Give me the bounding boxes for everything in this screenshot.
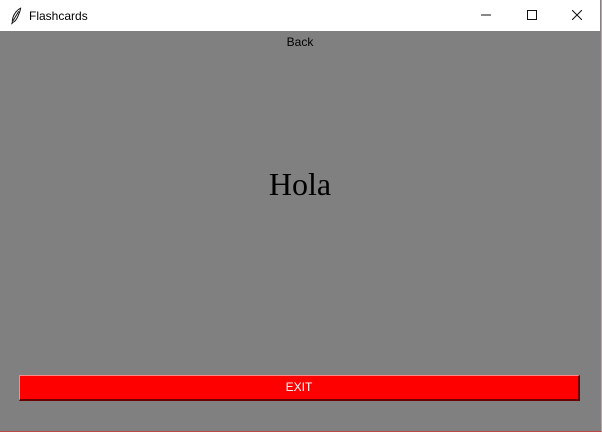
flashcard-area: Back Hola EXIT <box>0 31 600 431</box>
exit-button[interactable]: EXIT <box>19 375 580 401</box>
flashcard-word: Hola <box>268 166 332 202</box>
flashcards-window: Flashcards Back Hola EXIT <box>0 0 602 432</box>
feather-icon <box>10 7 22 25</box>
minimize-icon <box>481 14 491 16</box>
minimize-button[interactable] <box>463 0 509 31</box>
title-bar[interactable]: Flashcards <box>0 0 600 31</box>
maximize-button[interactable] <box>509 0 555 31</box>
close-button[interactable] <box>554 0 600 31</box>
close-icon <box>572 10 582 20</box>
window-title: Flashcards <box>29 9 88 23</box>
maximize-icon <box>527 10 537 20</box>
card-side-label: Back <box>286 35 314 49</box>
